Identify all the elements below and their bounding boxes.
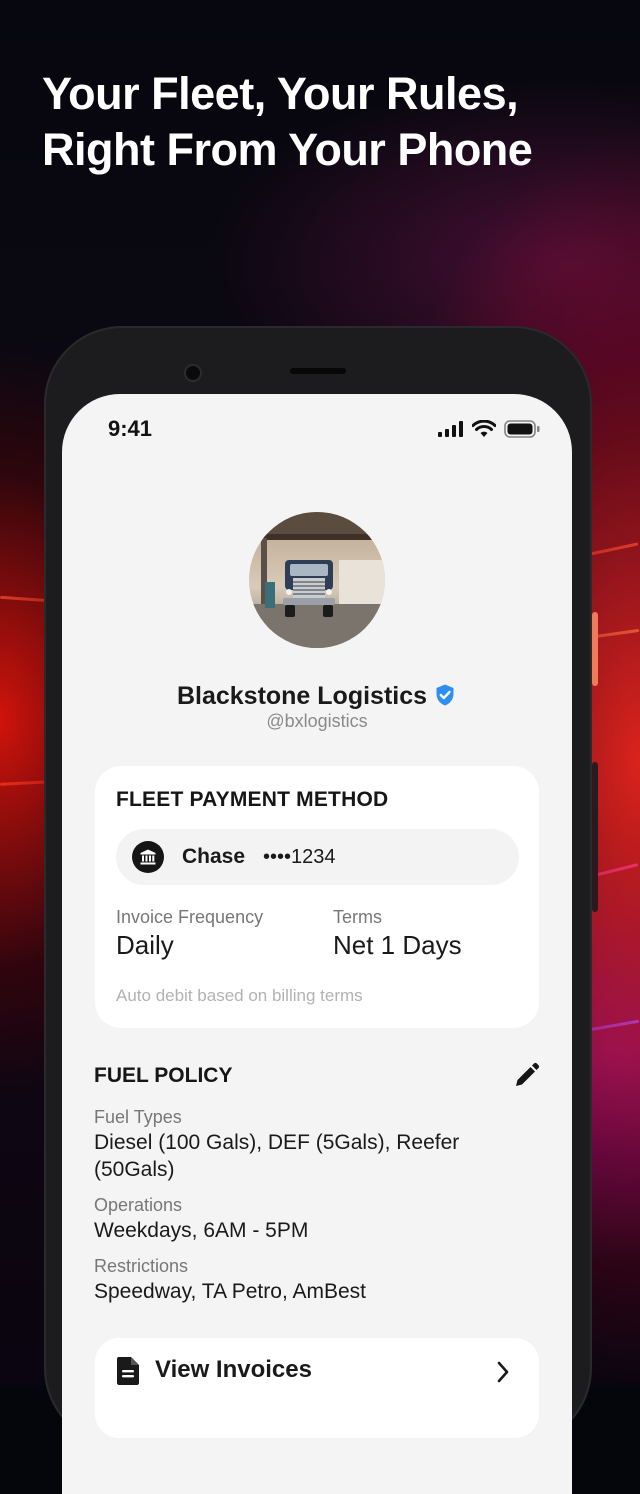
- chevron-right-icon: [497, 1361, 509, 1383]
- headline: Your Fleet, Your Rules, Right From Your …: [42, 66, 602, 178]
- profile-name: Blackstone Logistics: [176, 682, 428, 710]
- phone-screen: 9:41 Blackstone Logistics @bxlogistics F…: [62, 394, 572, 1494]
- profile-name-row: Blackstone Logistics: [62, 682, 572, 711]
- status-time: 9:41: [108, 416, 153, 441]
- account-mask: ••••1234: [263, 845, 336, 868]
- wifi-icon: [472, 420, 496, 437]
- payment-method-card: FLEET PAYMENT METHOD Chase ••••1234 Invo…: [95, 766, 539, 1028]
- fuel-types-value: Diesel (100 Gals), DEF (5Gals), Reefer (…: [94, 1131, 460, 1181]
- payment-card-title: FLEET PAYMENT METHOD: [116, 788, 389, 811]
- terms-value: Net 1 Days: [333, 930, 462, 960]
- auto-debit-note: Auto debit based on billing terms: [116, 986, 363, 1005]
- signal-icon: [438, 421, 463, 437]
- bank-name: Chase: [182, 845, 246, 868]
- view-invoices-label: View Invoices: [155, 1356, 312, 1383]
- operations-value: Weekdays, 6AM - 5PM: [94, 1219, 309, 1242]
- bank-icon: [132, 841, 164, 873]
- bank-account-pill[interactable]: Chase ••••1234: [116, 829, 519, 885]
- edit-pencil-icon[interactable]: [512, 1062, 540, 1090]
- truck-photo-icon: [249, 512, 385, 648]
- view-invoices-button[interactable]: View Invoices: [95, 1338, 539, 1438]
- verified-badge-icon: [436, 684, 454, 706]
- invoice-frequency-value: Daily: [116, 930, 174, 960]
- front-camera: [186, 366, 200, 380]
- fuel-policy-title: FUEL POLICY: [94, 1064, 233, 1087]
- profile-handle: @bxlogistics: [266, 711, 368, 731]
- side-button: [592, 612, 598, 686]
- restrictions-label: Restrictions: [94, 1256, 189, 1276]
- avatar[interactable]: [249, 512, 385, 648]
- headline-line-1: Your Fleet, Your Rules,: [42, 68, 519, 119]
- status-icons: [438, 420, 540, 438]
- fuel-types-label: Fuel Types: [94, 1107, 182, 1127]
- side-button: [592, 762, 598, 912]
- invoice-frequency-label: Invoice Frequency: [116, 907, 264, 927]
- earpiece-speaker: [290, 368, 346, 374]
- headline-line-2: Right From Your Phone: [42, 124, 533, 175]
- operations-label: Operations: [94, 1195, 183, 1215]
- document-icon: [117, 1357, 139, 1385]
- terms-label: Terms: [333, 907, 382, 927]
- restrictions-value: Speedway, TA Petro, AmBest: [94, 1280, 366, 1303]
- battery-icon: [504, 420, 540, 438]
